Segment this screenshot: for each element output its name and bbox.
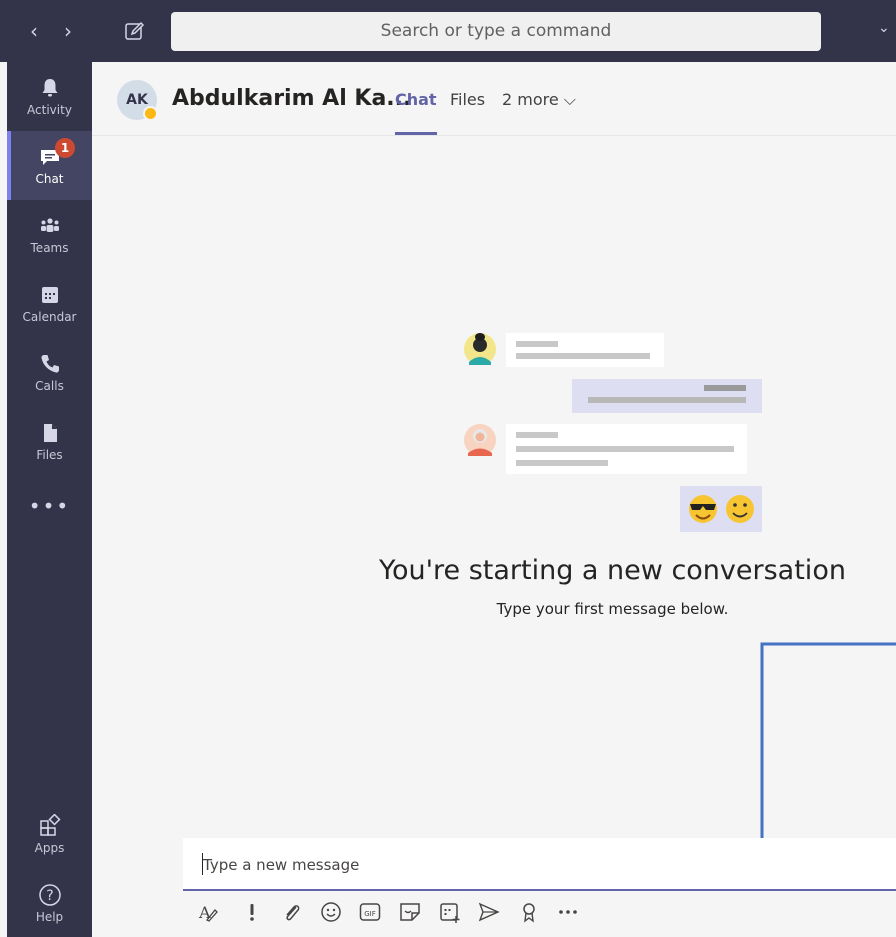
rail-label: Activity [27, 103, 72, 117]
svg-text:A: A [198, 903, 211, 922]
bell-icon [42, 79, 58, 97]
emoji-icon[interactable] [318, 898, 344, 926]
app-rail: Activity 1 Chat Teams Calendar Calls Fil… [7, 62, 92, 937]
calendar-icon [42, 287, 58, 303]
rail-label: Apps [34, 841, 65, 855]
rail-item-chat[interactable]: 1 Chat [7, 131, 92, 200]
conversation-illustration [464, 333, 762, 532]
more-options-icon[interactable] [555, 898, 581, 926]
rail-label: Calendar [22, 310, 77, 324]
annotation-arrow [472, 642, 896, 881]
text-cursor [202, 853, 203, 875]
schedule-meeting-icon[interactable] [437, 898, 463, 926]
back-button[interactable]: ‹ [22, 18, 46, 44]
rail-label: Files [36, 448, 63, 462]
forward-button[interactable]: › [56, 18, 80, 44]
person-avatar-icon [464, 333, 496, 365]
rail-label: Calls [35, 379, 64, 393]
compose-box [183, 838, 896, 891]
title-bar: ‹ › Search or type a command ⌄ [0, 0, 896, 62]
rail-label: Chat [35, 172, 64, 186]
send-icon[interactable] [476, 898, 502, 926]
empty-state-title: You're starting a new conversation [379, 555, 846, 586]
phone-icon [41, 355, 59, 373]
compose-icon[interactable] [124, 20, 146, 42]
file-icon [44, 424, 57, 442]
rail-item-calendar[interactable]: Calendar [7, 269, 92, 338]
praise-icon[interactable] [516, 898, 542, 926]
important-icon[interactable] [239, 898, 265, 926]
rail-item-files[interactable]: Files [7, 407, 92, 476]
format-icon[interactable]: A [195, 898, 221, 926]
rail-item-help[interactable]: ? Help [7, 869, 92, 937]
rail-item-apps[interactable]: Apps [7, 800, 92, 869]
help-icon: ? [39, 884, 61, 906]
away-status-icon [143, 106, 158, 121]
contact-name: Abdulkarim Al Ka... [172, 86, 412, 111]
attach-icon[interactable] [279, 898, 305, 926]
search-input[interactable]: Search or type a command [171, 12, 821, 51]
rail-item-calls[interactable]: Calls [7, 338, 92, 407]
smile-emoji-icon [726, 495, 754, 523]
tab-chat[interactable]: Chat [395, 90, 437, 135]
message-input[interactable] [203, 854, 863, 876]
sticker-icon[interactable] [397, 898, 423, 926]
svg-text:?: ? [46, 888, 53, 904]
empty-state-subtitle: Type your first message below. [496, 600, 729, 618]
tab-more[interactable]: 2 more ⌵ [502, 90, 576, 110]
sunglasses-emoji-icon [689, 495, 717, 523]
svg-text:GIF: GIF [364, 910, 376, 918]
rail-item-teams[interactable]: Teams [7, 200, 92, 269]
rail-label: Help [35, 910, 64, 924]
teams-icon [41, 218, 59, 232]
more-apps-button[interactable]: ••• [7, 494, 92, 518]
apps-icon [40, 814, 61, 836]
notification-badge: 1 [55, 138, 75, 158]
rail-label: Teams [30, 241, 69, 255]
tab-files[interactable]: Files [450, 90, 485, 109]
rail-item-activity[interactable]: Activity [7, 62, 92, 131]
chat-header: AK Abdulkarim Al Ka... Chat Files 2 more… [92, 62, 896, 136]
person-avatar-icon [464, 424, 496, 456]
chevron-down-icon[interactable]: ⌄ [878, 20, 890, 36]
gif-icon[interactable]: GIF [357, 898, 383, 926]
